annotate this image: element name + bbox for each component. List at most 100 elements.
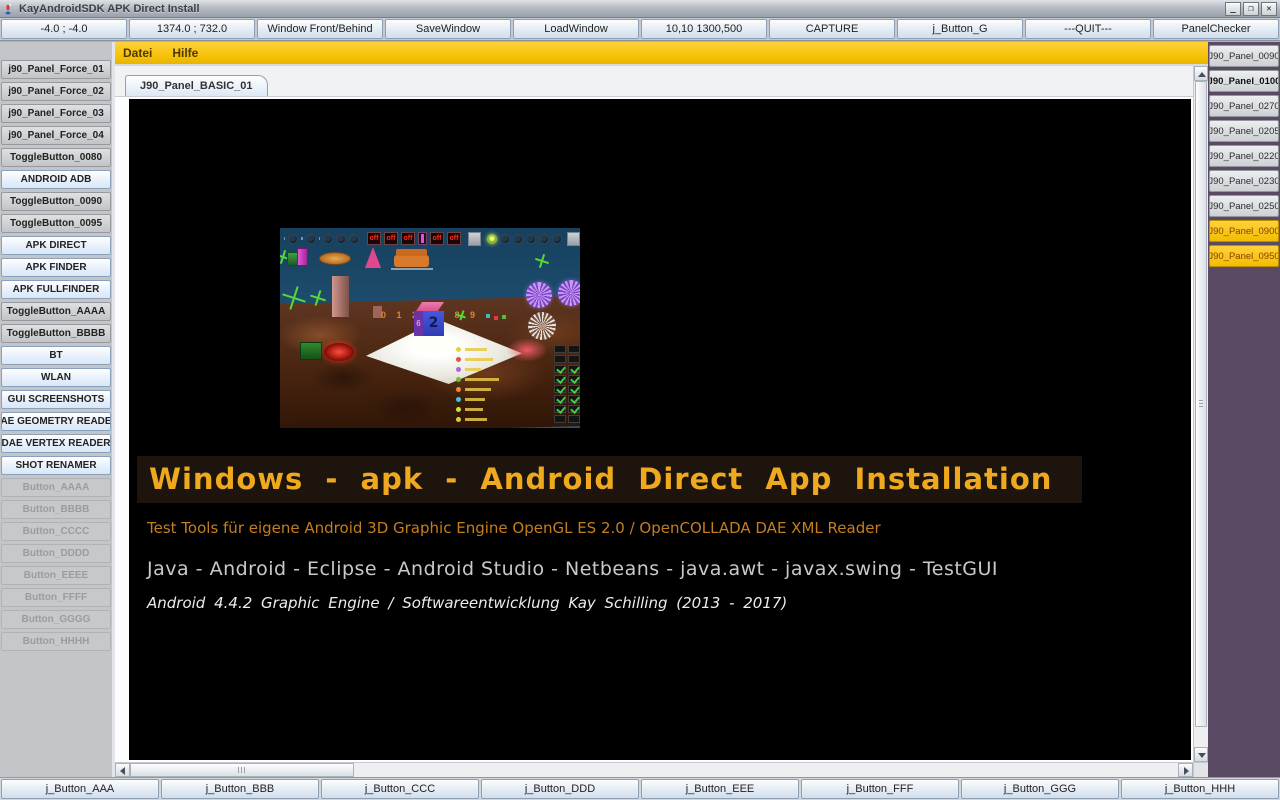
sidebar-button-toggle-bbbb[interactable]: ToggleButton_BBBB — [1, 324, 111, 343]
sidebar-button-panel-force-03[interactable]: j90_Panel_Force_03 — [1, 104, 111, 123]
save-window-button[interactable]: SaveWindow — [385, 19, 511, 39]
spiky-ball-graphic — [558, 280, 580, 306]
bottom-bar: j_Button_AAA j_Button_BBB j_Button_CCC j… — [0, 777, 1280, 800]
scene-gray-button — [468, 232, 481, 246]
vertical-scroll-thumb[interactable] — [1195, 81, 1207, 727]
right-button-panel-0205[interactable]: J90_Panel_0205 — [1209, 120, 1279, 142]
right-panel-fill — [1208, 270, 1280, 777]
vertical-scroll-track[interactable] — [1194, 81, 1208, 747]
j-button-ggg[interactable]: j_Button_GGG — [961, 779, 1119, 799]
scene-legend — [456, 344, 580, 424]
dice-cube-graphic: 6 2 — [414, 302, 446, 336]
scene-knob-icon — [349, 234, 359, 244]
horizontal-scrollbar[interactable] — [115, 762, 1208, 777]
j-button-hhh[interactable]: j_Button_HHH — [1121, 779, 1279, 799]
legend-row — [456, 364, 580, 374]
j-button-aaa[interactable]: j_Button_AAA — [1, 779, 159, 799]
capture-region-button[interactable]: 10,10 1300,500 — [641, 19, 767, 39]
right-button-panel-0220[interactable]: J90_Panel_0220 — [1209, 145, 1279, 167]
tab-content: off off off off off — [115, 96, 1193, 762]
horizontal-scroll-track[interactable] — [130, 763, 1178, 777]
scrollbar-corner — [1193, 763, 1208, 777]
j-button-ddd[interactable]: j_Button_DDD — [481, 779, 639, 799]
menu-datei[interactable]: Datei — [123, 46, 152, 60]
sidebar-button-apk-direct[interactable]: APK DIRECT — [1, 236, 111, 255]
sidebar-button-apk-fullfinder[interactable]: APK FULLFINDER — [1, 280, 111, 299]
j-button-eee[interactable]: j_Button_EEE — [641, 779, 799, 799]
j-button-g[interactable]: j_Button_G — [897, 19, 1023, 39]
scroll-right-icon[interactable] — [1178, 763, 1193, 777]
horizontal-scroll-thumb[interactable] — [130, 763, 354, 777]
right-button-panel-0270[interactable]: J90_Panel_0270 — [1209, 95, 1279, 117]
black-canvas: off off off off off — [129, 99, 1191, 760]
sidebar-button-dddd: Button_DDDD — [1, 544, 111, 563]
sidebar-button-wlan[interactable]: WLAN — [1, 368, 111, 387]
minimize-icon[interactable]: _ — [1225, 2, 1241, 16]
close-icon[interactable]: ✕ — [1261, 2, 1277, 16]
subtitle-text: Test Tools für eigene Android 3D Graphic… — [147, 519, 881, 537]
sidebar-button-dae-geometry-reader[interactable]: DAE GEOMETRY READER — [1, 412, 111, 431]
right-button-panel-0090[interactable]: J90_Panel_0090 — [1209, 45, 1279, 67]
restore-icon[interactable]: ❐ — [1243, 2, 1259, 16]
sidebar-button-toggle-aaaa[interactable]: ToggleButton_AAAA — [1, 302, 111, 321]
tech-line-text: Java - Android - Eclipse - Android Studi… — [147, 558, 998, 580]
sidebar-button-gui-screenshots[interactable]: GUI SCREENSHOTS — [1, 390, 111, 409]
sidebar-button-shot-renamer[interactable]: SHOT RENAMER — [1, 456, 111, 475]
sidebar-button-dae-vertex-reader[interactable]: DAE VERTEX READER — [1, 434, 111, 453]
led-off-indicator: off — [367, 232, 381, 245]
headline-text: Windows - apk - Android Direct App Insta… — [149, 456, 1052, 503]
sidebar-button-apk-finder[interactable]: APK FINDER — [1, 258, 111, 277]
menu-hilfe[interactable]: Hilfe — [172, 46, 198, 60]
sidebar-button-toggle-0095[interactable]: ToggleButton_0095 — [1, 214, 111, 233]
size-button[interactable]: 1374.0 ; 732.0 — [129, 19, 255, 39]
headline-strip: Windows - apk - Android Direct App Insta… — [137, 456, 1082, 503]
scene-toolbar: off off off off off — [284, 231, 580, 246]
center-column: Datei Hilfe J90_Panel_BASIC_01 — [115, 42, 1208, 777]
coords-button[interactable]: -4.0 ; -4.0 — [1, 19, 127, 39]
scene-gray-button — [567, 232, 580, 246]
right-button-panel-0900[interactable]: J90_Panel_0900 — [1209, 220, 1279, 242]
monolith-graphic — [332, 276, 349, 317]
right-button-panel-0950[interactable]: J90_Panel_0950 — [1209, 245, 1279, 267]
scene-knob-icon — [500, 234, 510, 244]
legend-row — [456, 374, 580, 384]
scroll-left-icon[interactable] — [115, 763, 130, 777]
quit-button[interactable]: ---QUIT--- — [1025, 19, 1151, 39]
sidebar-button-toggle-0090[interactable]: ToggleButton_0090 — [1, 192, 111, 211]
j-button-bbb[interactable]: j_Button_BBB — [161, 779, 319, 799]
panel-checker-button[interactable]: PanelChecker — [1153, 19, 1279, 39]
led-off-indicator: off — [430, 232, 444, 245]
cube-left-face: 6 — [414, 311, 423, 336]
sidebar-button-panel-force-02[interactable]: j90_Panel_Force_02 — [1, 82, 111, 101]
load-window-button[interactable]: LoadWindow — [513, 19, 639, 39]
cube-top-face — [416, 302, 444, 311]
scene-label-dash — [319, 237, 320, 240]
magenta-cube-graphic — [297, 248, 308, 266]
green-dice-graphic — [300, 342, 322, 360]
right-button-panel-0250[interactable]: J90_Panel_0250 — [1209, 195, 1279, 217]
tab-j90-panel-basic-01[interactable]: J90_Panel_BASIC_01 — [125, 75, 268, 96]
right-button-panel-0230[interactable]: J90_Panel_0230 — [1209, 170, 1279, 192]
led-off-indicator: off — [384, 232, 398, 245]
capture-button[interactable]: CAPTURE — [769, 19, 895, 39]
sidebar-button-bt[interactable]: BT — [1, 346, 111, 365]
vertical-scrollbar[interactable] — [1193, 66, 1208, 762]
title-bar: KayAndroidSDK APK Direct Install _ ❐ ✕ — [0, 0, 1280, 18]
sidebar-button-android-adb[interactable]: ANDROID ADB — [1, 170, 111, 189]
right-button-panel-0100[interactable]: J90_Panel_0100 — [1209, 70, 1279, 92]
red-dot — [494, 316, 498, 320]
scene-knob-icon — [526, 234, 536, 244]
scroll-up-icon[interactable] — [1194, 66, 1208, 81]
sidebar-button-panel-force-01[interactable]: j90_Panel_Force_01 — [1, 60, 111, 79]
j-button-ccc[interactable]: j_Button_CCC — [321, 779, 479, 799]
sidebar-button-cccc: Button_CCCC — [1, 522, 111, 541]
scene-label-dash — [284, 237, 285, 240]
legend-row — [456, 414, 580, 424]
right-panel: J90_Panel_0090 J90_Panel_0100 J90_Panel_… — [1208, 42, 1280, 777]
sidebar-button-panel-force-04[interactable]: j90_Panel_Force_04 — [1, 126, 111, 145]
sidebar-button-hhhh: Button_HHHH — [1, 632, 111, 651]
sidebar-button-toggle-0080[interactable]: ToggleButton_0080 — [1, 148, 111, 167]
scroll-down-icon[interactable] — [1194, 747, 1208, 762]
window-front-behind-button[interactable]: Window Front/Behind — [257, 19, 383, 39]
j-button-fff[interactable]: j_Button_FFF — [801, 779, 959, 799]
